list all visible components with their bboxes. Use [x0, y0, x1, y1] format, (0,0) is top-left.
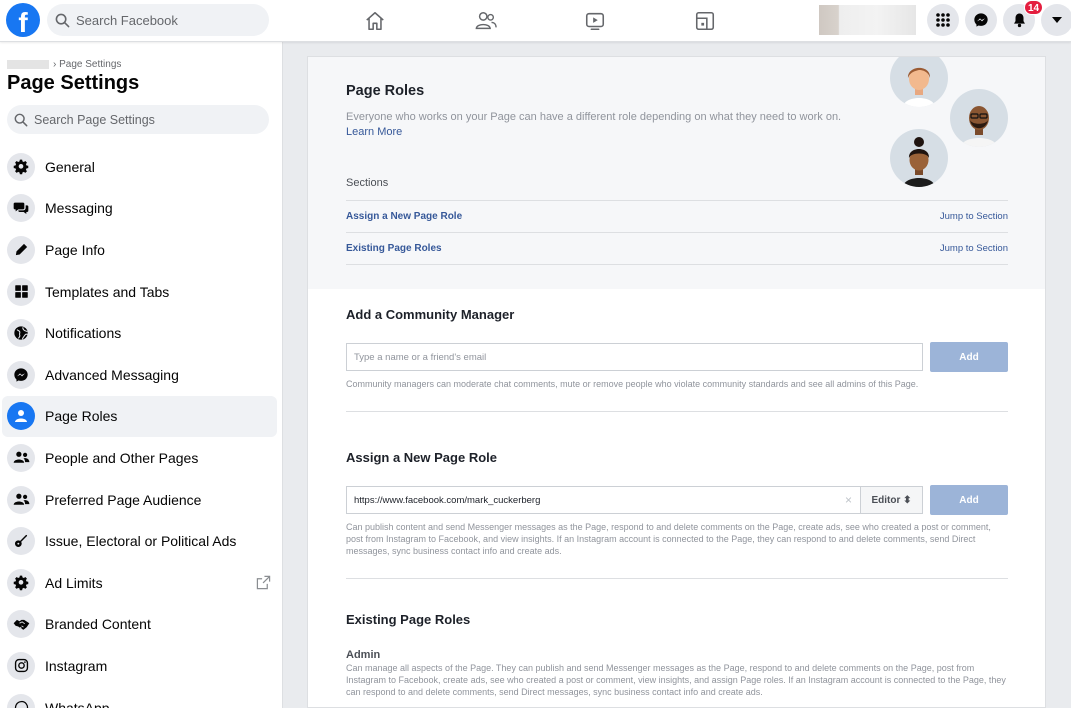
pencil-icon [7, 235, 35, 264]
add-page-role-button[interactable]: Add [930, 485, 1008, 515]
gaming-icon[interactable] [692, 8, 718, 34]
search-icon [55, 13, 70, 27]
sidebar-item-label: Issue, Electoral or Political Ads [45, 533, 237, 550]
sidebar-item-label: Preferred Page Audience [45, 491, 202, 508]
section-link-existing[interactable]: Existing Page Roles [346, 243, 442, 254]
assign-role-input[interactable]: https://www.facebook.com/mark_cuckerberg [346, 486, 861, 514]
sidebar-item-label: Branded Content [45, 616, 151, 633]
sidebar-item-label: Templates and Tabs [45, 283, 170, 300]
handshake-icon [7, 610, 35, 639]
friends-icon[interactable] [473, 8, 499, 34]
sections-divider [346, 264, 1008, 265]
sidebar-item-people-and-other-pages[interactable]: People and Other Pages [2, 437, 277, 479]
section-row-existing: Existing Page Roles Jump to Section [346, 232, 1008, 264]
facebook-logo[interactable]: f [6, 3, 40, 37]
sidebar-item-templates-and-tabs[interactable]: Templates and Tabs [2, 271, 277, 313]
settings-search-placeholder: Search Page Settings [34, 112, 155, 127]
watch-icon[interactable] [582, 8, 608, 34]
people-icon [7, 485, 35, 514]
sidebar-item-preferred-page-audience[interactable]: Preferred Page Audience [2, 479, 277, 521]
chat-icon [7, 194, 35, 223]
community-manager-help: Community managers can moderate chat com… [346, 379, 919, 389]
sidebar-item-advanced-messaging[interactable]: Advanced Messaging [2, 354, 277, 396]
messenger-icon [7, 360, 35, 389]
page-roles-description: Everyone who works on your Page can have… [346, 111, 842, 123]
menu-grid-icon[interactable] [927, 4, 959, 36]
breadcrumb: › Page Settings [7, 59, 121, 70]
profile-shortcut-blurred[interactable] [819, 5, 916, 35]
top-navigation-bar: f Search Facebook 14 [0, 0, 1071, 42]
avatar-illustration-person-2 [950, 89, 1008, 147]
assign-role-title: Assign a New Page Role [346, 450, 497, 465]
grid-icon [7, 277, 35, 306]
sidebar-item-label: Messaging [45, 200, 113, 217]
sidebar-item-label: Instagram [45, 657, 108, 674]
guitar-icon [7, 527, 35, 556]
sidebar-item-label: Ad Limits [45, 574, 103, 591]
page-roles-title: Page Roles [346, 83, 425, 99]
admin-role-title: Admin [346, 649, 381, 661]
breadcrumb-page-name-blurred[interactable] [7, 60, 49, 69]
settings-sidebar: › Page Settings Page Settings Search Pag… [0, 42, 283, 708]
avatar-illustration-person-3 [890, 129, 948, 187]
people-icon [7, 443, 35, 472]
gear-icon [7, 152, 35, 181]
divider [346, 411, 1008, 412]
sidebar-item-political-ads[interactable]: Issue, Electoral or Political Ads [2, 520, 277, 562]
sidebar-item-label: Advanced Messaging [45, 366, 179, 383]
sidebar-item-branded-content[interactable]: Branded Content [2, 604, 277, 646]
person-icon [7, 402, 35, 431]
admin-role-help: Can manage all aspects of the Page. They… [346, 663, 1006, 697]
section-link-assign[interactable]: Assign a New Page Role [346, 211, 462, 222]
breadcrumb-current: Page Settings [59, 59, 122, 70]
sidebar-item-whatsapp[interactable]: WhatsApp [2, 687, 277, 708]
existing-roles-title: Existing Page Roles [346, 612, 471, 627]
settings-menu: General Messaging Page Info Templates an… [0, 146, 282, 708]
caret-down-icon[interactable] [1041, 4, 1071, 36]
facebook-search-placeholder: Search Facebook [76, 12, 178, 28]
search-icon [14, 113, 28, 126]
section-row-assign: Assign a New Page Role Jump to Section [346, 200, 1008, 232]
sidebar-item-label: Notifications [45, 325, 122, 342]
sidebar-item-page-roles[interactable]: Page Roles [2, 395, 277, 438]
sidebar-item-label: People and Other Pages [45, 449, 199, 466]
external-link-icon[interactable] [256, 575, 271, 595]
sidebar-item-label: Page Info [45, 241, 105, 258]
add-community-manager-button[interactable]: Add [930, 342, 1008, 372]
page-title: Page Settings [7, 72, 140, 94]
notifications-badge: 14 [1024, 0, 1044, 15]
learn-more-link[interactable]: Learn More [346, 126, 402, 138]
sidebar-item-general[interactable]: General [2, 146, 277, 188]
sidebar-item-label: WhatsApp [45, 699, 110, 708]
role-select-dropdown[interactable]: Editor ⬍ [860, 486, 923, 514]
sidebar-item-notifications[interactable]: Notifications [2, 312, 277, 354]
gear-icon [7, 568, 35, 597]
settings-search-box[interactable]: Search Page Settings [7, 105, 269, 134]
sidebar-item-label: Page Roles [45, 408, 118, 425]
facebook-search-box[interactable]: Search Facebook [47, 4, 269, 36]
sidebar-item-ad-limits[interactable]: Ad Limits [2, 562, 277, 604]
sidebar-item-instagram[interactable]: Instagram [2, 645, 277, 687]
jump-to-section-link[interactable]: Jump to Section [940, 243, 1008, 254]
community-manager-input[interactable]: Type a name or a friend's email [346, 343, 923, 371]
sidebar-item-label: General [45, 158, 95, 175]
community-manager-title: Add a Community Manager [346, 307, 515, 322]
messenger-icon[interactable] [965, 4, 997, 36]
sidebar-item-messaging[interactable]: Messaging [2, 188, 277, 230]
instagram-icon [7, 651, 35, 680]
jump-to-section-link[interactable]: Jump to Section [940, 211, 1008, 222]
whatsapp-icon [7, 693, 35, 708]
page-roles-intro: Page Roles Everyone who works on your Pa… [308, 57, 1045, 289]
sections-heading: Sections [346, 177, 389, 189]
page-roles-panel: Page Roles Everyone who works on your Pa… [307, 56, 1046, 708]
clear-input-icon[interactable]: × [845, 493, 852, 507]
assign-role-help: Can publish content and send Messenger m… [346, 522, 991, 556]
sidebar-item-page-info[interactable]: Page Info [2, 229, 277, 271]
home-icon[interactable] [362, 8, 388, 34]
divider [346, 578, 1008, 579]
avatar-illustration-person-1 [890, 57, 948, 107]
globe-icon [7, 319, 35, 348]
